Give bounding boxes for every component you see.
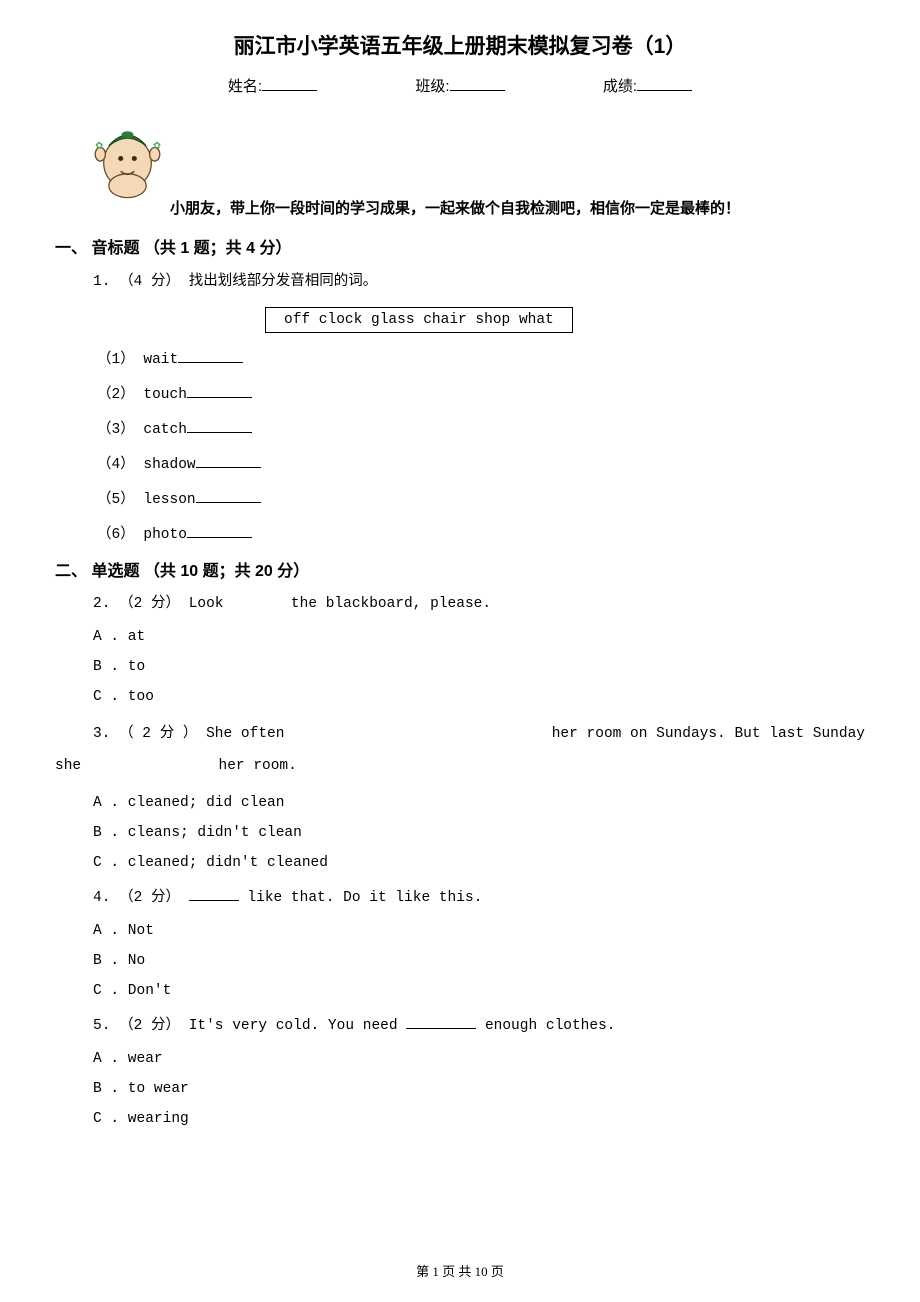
word-box: off clock glass chair shop what [265,307,573,333]
mascot-row: ✿ ✿ 小朋友，带上你一段时间的学习成果，一起来做个自我检测吧，相信你一定是最棒… [55,116,865,226]
q4-text: 4. （2 分） like that. Do it like this. [93,885,865,911]
q3-text: 3. （ 2 分 ） She often her room on Sundays… [55,719,865,783]
q1-item-1: （1） wait [97,347,865,368]
q1-item-3: （3） catch [97,417,865,438]
q1-prompt: 1. （4 分） 找出划线部分发音相同的词。 [93,268,865,295]
q4-opt-c[interactable]: C . Don't [93,983,865,999]
q2-text: 2. （2 分） Look the blackboard, please. [93,591,865,617]
encouragement-text: 小朋友，带上你一段时间的学习成果，一起来做个自我检测吧，相信你一定是最棒的！ [170,197,740,218]
q1-item-5: （5） lesson [97,487,865,508]
section-1-title: 一、 音标题 （共 1 题；共 4 分） [55,234,865,258]
q4-opt-a[interactable]: A . Not [93,923,865,939]
q3-opt-a[interactable]: A . cleaned; did clean [93,795,865,811]
q1-item-6: （6） photo [97,522,865,543]
q5-text: 5. （2 分） It's very cold. You need enough… [93,1013,865,1039]
section-2-title: 二、 单选题 （共 10 题；共 20 分） [55,557,865,581]
q2-opt-a[interactable]: A . at [93,629,865,645]
blank-4[interactable] [196,467,261,468]
class-label: 班级: [415,75,449,96]
blank-5[interactable] [196,502,261,503]
q2-opt-c[interactable]: C . too [93,689,865,705]
q4-blank[interactable] [189,900,239,901]
word-box-row: off clock glass chair shop what [55,307,865,333]
q5-opt-c[interactable]: C . wearing [93,1111,865,1127]
mascot-icon: ✿ ✿ [85,116,170,201]
blank-3[interactable] [187,432,252,433]
q1-item-4: （4） shadow [97,452,865,473]
q3-opt-c[interactable]: C . cleaned; didn't cleaned [93,855,865,871]
q5-blank[interactable] [406,1028,476,1029]
q4-opt-b[interactable]: B . No [93,953,865,969]
name-blank[interactable] [262,76,317,91]
score-label: 成绩: [603,75,637,96]
student-info-line: 姓名: 班级: 成绩: [55,75,865,96]
blank-2[interactable] [187,397,252,398]
svg-text:✿: ✿ [153,141,161,151]
name-label: 姓名: [228,75,262,96]
score-blank[interactable] [637,76,692,91]
q1-item-2: （2） touch [97,382,865,403]
class-blank[interactable] [450,76,505,91]
exam-title: 丽江市小学英语五年级上册期末模拟复习卷（1） [55,30,865,60]
q5-opt-a[interactable]: A . wear [93,1051,865,1067]
page-footer: 第 1 页 共 10 页 [0,1261,920,1280]
q3-opt-b[interactable]: B . cleans; didn't clean [93,825,865,841]
q5-opt-b[interactable]: B . to wear [93,1081,865,1097]
svg-text:✿: ✿ [95,141,103,151]
q2-opt-b[interactable]: B . to [93,659,865,675]
blank-6[interactable] [187,537,252,538]
blank-1[interactable] [178,362,243,363]
